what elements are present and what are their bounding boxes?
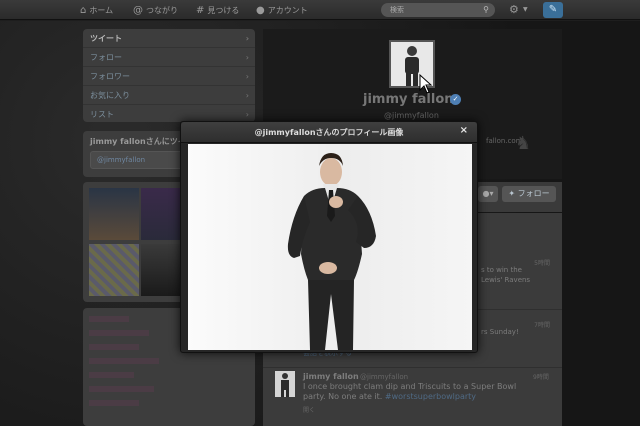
chevron-right-icon: › [245, 53, 249, 62]
at-icon: @ [133, 4, 143, 16]
search-input[interactable]: 検索 ⚲ [381, 3, 495, 17]
follow-label: フォロー [517, 189, 550, 198]
compose-tweet-button[interactable]: ✎ [543, 2, 563, 18]
top-navigation-bar: ⌂ ホーム @ つながり # 見つける ● アカウント 検索 ⚲ ⚙ ▼ ✎ [0, 0, 640, 20]
tweet-to-title: jimmy fallonさんにツイー [90, 137, 194, 146]
modal-header: @jimmyfallonさんのプロフィール画像 × [181, 122, 477, 143]
nav-connect[interactable]: @ つながり [133, 3, 178, 17]
search-placeholder: 検索 [390, 6, 404, 14]
tweet-author-name[interactable]: jimmy fallon [303, 372, 359, 381]
sidebar-item-favorites[interactable]: お気に入り › [83, 86, 255, 105]
pixelated-area [89, 316, 129, 322]
compose-icon: ✎ [548, 4, 558, 15]
sidebar-item-label: お気に入り [90, 91, 130, 100]
profile-menu: ツイート › フォロー › フォロワー › お気に入り › リスト › [83, 29, 255, 122]
hashtag-link[interactable]: #worstsuperbowlparty [385, 392, 476, 401]
sidebar-item-label: ツイート [90, 34, 122, 43]
person-icon: ● [256, 4, 265, 16]
sidebar-item-label: リスト [90, 110, 114, 119]
dog-silhouette-icon: ♞ [515, 133, 532, 154]
nav-home[interactable]: ⌂ ホーム [80, 3, 113, 17]
verified-badge-icon: ✓ [450, 94, 461, 105]
profile-name: jimmy fallon [363, 92, 454, 107]
expand-tweet-link[interactable]: 開く [303, 405, 315, 414]
sidebar-item-followers[interactable]: フォロワー › [83, 67, 255, 86]
person-icon: ●▾ [482, 189, 494, 198]
chevron-right-icon: › [245, 72, 249, 81]
pixelated-area [89, 358, 159, 364]
modal-title: @jimmyfallonさんのプロフィール画像 [254, 128, 404, 137]
pixelated-area [89, 372, 134, 378]
nav-discover-label: 見つける [207, 5, 240, 15]
search-icon[interactable]: ⚲ [483, 3, 489, 17]
tweet-avatar-figure [281, 373, 289, 397]
image-thumbnail[interactable] [89, 188, 139, 240]
sidebar-item-label: フォロワー [90, 72, 130, 81]
nav-account-label: アカウント [267, 5, 308, 15]
sidebar-item-tweets[interactable]: ツイート › [83, 29, 255, 48]
nav-connect-label: つながり [146, 5, 178, 15]
hash-icon: # [196, 4, 205, 16]
tweet-text: I once brought clam dip and Triscuits to… [303, 382, 533, 402]
tweet-timestamp[interactable]: 7時間 [534, 320, 550, 329]
nav-discover[interactable]: # 見つける [196, 3, 239, 17]
user-actions-button[interactable]: ●▾ [478, 186, 498, 202]
profile-handle: @jimmyfallon [384, 111, 439, 120]
tweet-text-fragment: rs Sunday! [481, 328, 519, 336]
follow-button[interactable]: ✦ フォロー [502, 186, 556, 202]
video-thumbnail[interactable] [89, 244, 139, 296]
sidebar-item-label: フォロー [90, 53, 122, 62]
mouse-cursor-icon [419, 74, 433, 94]
tweet-timestamp[interactable]: 9時間 [533, 372, 628, 381]
profile-image-modal: @jimmyfallonさんのプロフィール画像 × [180, 121, 478, 353]
chevron-down-icon[interactable]: ▼ [523, 6, 528, 13]
tweet-author-handle[interactable]: @jimmyfallon [360, 373, 408, 381]
home-icon: ⌂ [80, 4, 87, 16]
nav-account[interactable]: ● アカウント [256, 3, 308, 17]
pixelated-area [89, 386, 154, 392]
tweet-timestamp[interactable]: 5時間 [534, 258, 550, 267]
tweet-text-fragment: s to win the [481, 266, 522, 274]
chevron-right-icon: › [245, 34, 249, 43]
tweet-text-fragment: Lewis' Ravens [481, 276, 531, 284]
chevron-right-icon: › [245, 91, 249, 100]
pixelated-area [89, 400, 139, 406]
close-icon[interactable]: × [460, 125, 468, 136]
profile-image-large [188, 144, 472, 350]
gear-icon[interactable]: ⚙ [509, 3, 519, 16]
sidebar-item-following[interactable]: フォロー › [83, 48, 255, 67]
tweet-avatar[interactable] [275, 371, 295, 397]
pixelated-area [89, 330, 149, 336]
bird-icon: ✦ [508, 189, 516, 198]
nav-home-label: ホーム [89, 5, 114, 15]
suited-man-figure [287, 153, 376, 350]
pixelated-area [89, 344, 139, 350]
